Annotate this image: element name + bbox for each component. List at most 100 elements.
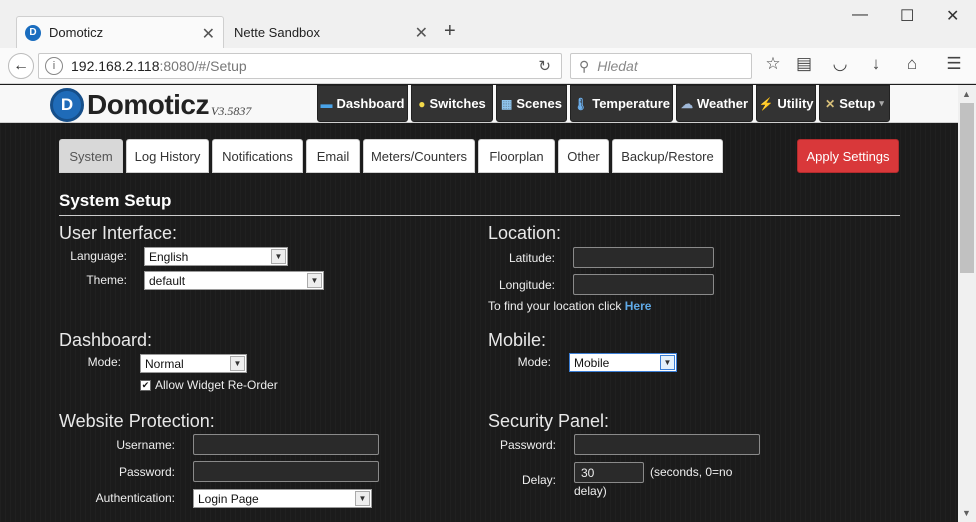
thermometer-icon: 🌡︎ bbox=[572, 96, 589, 111]
authentication-select[interactable]: Login Page ▼ bbox=[193, 489, 372, 508]
page-scrollbar[interactable]: ▲ ▼ bbox=[958, 85, 976, 522]
menu-icon[interactable]: ☰ bbox=[943, 54, 965, 74]
chevron-down-icon: ▼ bbox=[355, 491, 370, 506]
nav-label: Switches bbox=[429, 96, 486, 111]
dashboard-mode-select[interactable]: Normal ▼ bbox=[140, 354, 247, 373]
username-input[interactable] bbox=[193, 434, 379, 455]
tab-title: Nette Sandbox bbox=[234, 24, 321, 40]
pocket-icon[interactable]: ◡ bbox=[829, 54, 851, 74]
browser-navbar: ← i 192.168.2.118:8080/#/Setup ↻ ⚲ Hleda… bbox=[0, 48, 976, 84]
app-name: Domoticz bbox=[87, 89, 210, 120]
nav-label: Utility bbox=[777, 96, 814, 111]
username-label: Username: bbox=[116, 438, 175, 452]
search-input[interactable]: ⚲ Hledat bbox=[570, 53, 752, 79]
delay-input[interactable]: 30 bbox=[574, 462, 644, 483]
tab-email[interactable]: Email bbox=[306, 139, 360, 173]
home-icon[interactable]: ⌂ bbox=[901, 54, 923, 74]
location-heading: Location: bbox=[488, 223, 562, 243]
scenes-icon: ▦ bbox=[501, 96, 513, 111]
tools-icon: ✕ bbox=[825, 96, 836, 111]
nav-label: Dashboard bbox=[336, 96, 405, 111]
maximize-icon[interactable]: ☐ bbox=[900, 6, 914, 26]
reading-list-icon[interactable]: ▤ bbox=[793, 54, 815, 74]
nav-label: Temperature bbox=[592, 96, 671, 111]
back-arrow-icon[interactable]: ← bbox=[8, 53, 34, 79]
theme-value: default bbox=[149, 273, 186, 288]
nav-temperature[interactable]: 🌡︎ Temperature bbox=[570, 85, 673, 122]
bulb-icon: ● bbox=[418, 96, 426, 111]
tab-other[interactable]: Other bbox=[558, 139, 609, 173]
nav-setup[interactable]: ✕ Setup ▾ bbox=[819, 85, 890, 122]
tab-notifications[interactable]: Notifications bbox=[212, 139, 303, 173]
download-icon[interactable]: ↓ bbox=[865, 54, 887, 74]
chevron-down-icon: ▼ bbox=[660, 355, 675, 370]
close-tab-icon[interactable]: ✕ bbox=[202, 24, 215, 44]
dashboard-heading: Dashboard: bbox=[59, 330, 153, 350]
new-tab-button[interactable]: + bbox=[444, 20, 456, 43]
bookmark-star-icon[interactable]: ☆ bbox=[762, 54, 784, 74]
app-version: V3.5837 bbox=[211, 103, 252, 118]
theme-select[interactable]: default ▼ bbox=[144, 271, 324, 290]
security-password-input[interactable] bbox=[574, 434, 760, 455]
domoticz-logo-icon: D bbox=[50, 88, 84, 122]
utility-icon: ⚡ bbox=[758, 96, 774, 111]
reload-icon[interactable]: ↻ bbox=[538, 57, 551, 75]
tab-backup-restore[interactable]: Backup/Restore bbox=[612, 139, 723, 173]
info-icon[interactable]: i bbox=[45, 57, 63, 75]
scroll-up-icon[interactable]: ▲ bbox=[962, 89, 971, 99]
nav-utility[interactable]: ⚡ Utility bbox=[756, 85, 816, 122]
password-input[interactable] bbox=[193, 461, 379, 482]
scroll-down-icon[interactable]: ▼ bbox=[962, 508, 971, 518]
tab-title: Domoticz bbox=[49, 25, 104, 40]
security-panel-heading: Security Panel: bbox=[488, 411, 610, 431]
nav-scenes[interactable]: ▦ Scenes bbox=[496, 85, 567, 122]
delay-hint: (seconds, 0=no bbox=[650, 465, 733, 479]
delay-label: Delay: bbox=[521, 473, 556, 487]
section-divider bbox=[59, 215, 900, 216]
allow-reorder-label: Allow Widget Re-Order bbox=[155, 378, 278, 392]
mobile-mode-label: Mode: bbox=[517, 355, 551, 369]
allow-reorder-checkbox[interactable]: ✔ bbox=[140, 380, 151, 391]
password-label: Password: bbox=[118, 465, 175, 479]
browser-tab-active[interactable]: D Domoticz ✕ bbox=[16, 16, 224, 48]
browser-titlebar: D Domoticz ✕ Nette Sandbox ✕ + — ☐ ✕ bbox=[0, 0, 976, 48]
url-path: :8080/#/Setup bbox=[159, 58, 247, 74]
browser-tab-inactive[interactable]: Nette Sandbox ✕ bbox=[226, 16, 436, 48]
window-close-icon[interactable]: ✕ bbox=[946, 6, 959, 26]
minimize-icon[interactable]: — bbox=[852, 6, 868, 24]
apply-settings-button[interactable]: Apply Settings bbox=[797, 139, 899, 173]
nav-label: Scenes bbox=[516, 96, 562, 111]
tab-floorplan[interactable]: Floorplan bbox=[478, 139, 555, 173]
app-header: D Domoticz V3.5837 ▬ Dashboard ● Switches … bbox=[0, 85, 958, 123]
url-host: 192.168.2.118 bbox=[71, 58, 160, 74]
mobile-mode-select[interactable]: Mobile ▼ bbox=[569, 353, 677, 372]
nav-dashboard[interactable]: ▬ Dashboard bbox=[317, 85, 408, 122]
latitude-label: Latitude: bbox=[508, 251, 555, 265]
app-logo[interactable]: D Domoticz V3.5837 bbox=[50, 88, 251, 122]
longitude-input[interactable] bbox=[573, 274, 714, 295]
tab-system[interactable]: System bbox=[59, 139, 123, 173]
nav-switches[interactable]: ● Switches bbox=[411, 85, 493, 122]
mobile-mode-value: Mobile bbox=[574, 355, 610, 370]
dashboard-mode-label: Mode: bbox=[87, 355, 121, 369]
domoticz-favicon-icon: D bbox=[25, 24, 41, 41]
find-location-link[interactable]: Here bbox=[625, 299, 652, 313]
language-select[interactable]: English ▼ bbox=[144, 247, 288, 266]
url-bar[interactable]: i 192.168.2.118:8080/#/Setup ↻ bbox=[38, 53, 562, 79]
dashboard-mode-value: Normal bbox=[145, 356, 184, 371]
close-tab-icon[interactable]: ✕ bbox=[415, 23, 428, 43]
tab-meters-counters[interactable]: Meters/Counters bbox=[363, 139, 475, 173]
chevron-down-icon: ▼ bbox=[307, 273, 322, 288]
tab-log-history[interactable]: Log History bbox=[126, 139, 209, 173]
weather-icon: ☁ bbox=[680, 96, 693, 111]
language-value: English bbox=[149, 249, 189, 264]
scrollbar-thumb[interactable] bbox=[960, 103, 974, 273]
latitude-input[interactable] bbox=[573, 247, 714, 268]
nav-label: Weather bbox=[696, 96, 749, 111]
delay-hint-continued: delay) bbox=[574, 484, 607, 498]
nav-weather[interactable]: ☁ Weather bbox=[676, 85, 753, 122]
dashboard-icon: ▬ bbox=[320, 96, 333, 111]
chevron-down-icon: ▼ bbox=[271, 249, 286, 264]
authentication-value: Login Page bbox=[198, 491, 259, 506]
theme-label: Theme: bbox=[86, 273, 127, 287]
